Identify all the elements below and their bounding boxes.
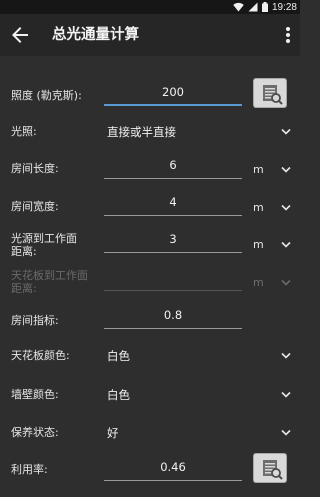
room-width-unit[interactable]: m	[253, 201, 264, 214]
utilization-label: 利用率:	[11, 463, 48, 476]
illuminance-label: 照度 (勒克斯):	[11, 89, 82, 102]
ceiling-color-label: 天花板颜色:	[11, 349, 70, 362]
room-index-label: 房间指标:	[11, 314, 59, 327]
room-length-unit[interactable]: m	[253, 163, 264, 176]
room-width-input[interactable]: 4	[104, 190, 242, 216]
light-to-work-label: 光源到工作面 距离:	[11, 232, 77, 258]
chevron-down-icon[interactable]	[281, 128, 291, 136]
status-bar: 19:28	[0, 0, 300, 14]
chevron-down-icon[interactable]	[281, 391, 291, 399]
chevron-down-icon[interactable]	[281, 204, 291, 212]
battery-icon	[261, 2, 268, 12]
ceiling-to-work-label: 天花板到工作面 距离:	[11, 269, 88, 295]
chevron-down-icon	[281, 279, 291, 286]
wifi-icon	[233, 2, 244, 12]
page-title: 总光通量计算	[52, 27, 139, 43]
ceiling-color-select[interactable]: 白色	[107, 348, 130, 364]
lighting-label: 光照:	[11, 125, 37, 138]
wall-color-select[interactable]: 白色	[107, 387, 130, 403]
chevron-down-icon[interactable]	[281, 241, 291, 249]
signal-icon	[248, 2, 258, 12]
ceiling-to-work-unit: m	[253, 276, 264, 289]
maintenance-label: 保养状态:	[11, 426, 59, 439]
chevron-down-icon[interactable]	[281, 429, 291, 437]
chevron-down-icon[interactable]	[281, 352, 291, 360]
chevron-down-icon[interactable]	[281, 166, 291, 174]
utilization-field: 0.46	[104, 455, 242, 481]
back-arrow-icon[interactable]	[8, 23, 32, 47]
room-index-field: 0.8	[104, 303, 242, 329]
lighting-select[interactable]: 直接或半直接	[107, 124, 176, 140]
clock: 19:28	[271, 1, 297, 13]
light-to-work-input[interactable]: 3	[104, 227, 242, 253]
illuminance-lookup-button[interactable]	[253, 78, 287, 108]
app-bar: 总光通量计算	[0, 14, 300, 56]
room-length-label: 房间长度:	[11, 162, 59, 175]
more-vert-icon[interactable]	[282, 23, 294, 47]
table-search-icon	[263, 460, 283, 480]
ceiling-to-work-input	[104, 265, 242, 291]
room-length-input[interactable]: 6	[104, 153, 242, 179]
utilization-lookup-button[interactable]	[253, 453, 287, 483]
room-width-label: 房间宽度:	[11, 200, 59, 213]
wall-color-label: 墙壁颜色:	[11, 388, 59, 401]
light-to-work-unit[interactable]: m	[253, 238, 264, 251]
maintenance-select[interactable]: 好	[107, 425, 119, 441]
table-search-icon	[263, 85, 283, 105]
illuminance-input[interactable]: 200	[104, 80, 242, 106]
